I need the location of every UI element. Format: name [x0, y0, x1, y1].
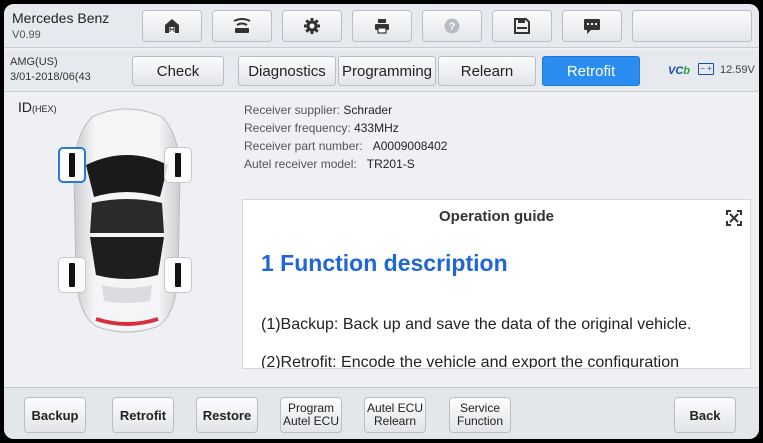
- battery-icon: − +: [698, 63, 714, 75]
- receiver-supplier-label: Receiver supplier:: [244, 103, 341, 117]
- program-autel-ecu-button[interactable]: Program Autel ECU: [280, 397, 342, 433]
- help-icon: ?: [444, 18, 460, 34]
- receiver-part-number-row: Receiver part number: A0009008402: [244, 137, 447, 155]
- vci-link-icon: [233, 18, 251, 33]
- program-label-line2: Autel ECU: [282, 414, 340, 428]
- guide-paragraph-retrofit: (2)Retrofit: Encode the vehicle and expo…: [261, 354, 680, 369]
- message-button[interactable]: [562, 10, 622, 42]
- vehicle-name: Mercedes Benz: [12, 10, 110, 26]
- tab-relearn[interactable]: Relearn: [438, 56, 536, 86]
- svg-text:?: ?: [449, 21, 456, 33]
- tire-icon: [175, 263, 181, 287]
- tire-front-left-button[interactable]: [58, 147, 86, 183]
- toolbar-empty-slot: [632, 10, 752, 42]
- tire-rear-left-button[interactable]: [58, 257, 86, 293]
- receiver-part-number-value: A0009008402: [372, 139, 448, 153]
- vehicle-years: 3/01-2018/06(43: [10, 71, 91, 83]
- vehicle-model: AMG(US): [10, 56, 58, 68]
- guide-heading: 1 Function description: [261, 250, 508, 276]
- guide-paragraph-backup: (1)Backup: Back up and save the data of …: [261, 316, 692, 333]
- receiver-info: Receiver supplier: Schrader Receiver fre…: [244, 101, 447, 173]
- operation-guide-panel[interactable]: Operation guide 1 Function description (…: [242, 199, 751, 369]
- receiver-frequency-label: Receiver frequency:: [244, 121, 351, 135]
- service-label-line2: Function: [456, 414, 504, 428]
- tire-front-right-button[interactable]: [164, 147, 192, 183]
- print-button[interactable]: [352, 10, 412, 42]
- fullscreen-expand-icon[interactable]: [726, 210, 742, 226]
- receiver-supplier-value: Schrader: [343, 103, 393, 117]
- home-icon: [165, 19, 179, 33]
- autel-ecu-relearn-button[interactable]: Autel ECU Relearn: [364, 397, 426, 433]
- software-version: V0.99: [12, 29, 41, 41]
- retrofit-button[interactable]: Retrofit: [112, 397, 174, 433]
- tab-diagnostics[interactable]: Diagnostics: [238, 56, 336, 86]
- function-tab-bar: AMG(US) 3/01-2018/06(43 Check Diagnostic…: [4, 50, 759, 92]
- receiver-supplier-row: Receiver supplier: Schrader: [244, 101, 447, 119]
- vci-suffix: b: [683, 65, 691, 77]
- service-function-button[interactable]: Service Function: [449, 397, 511, 433]
- home-button[interactable]: [142, 10, 202, 42]
- top-toolbar: Mercedes Benz V0.99 ?: [4, 4, 759, 48]
- main-content: ID(HEX) Receiver supplier: Schrader Rece…: [4, 93, 759, 387]
- car-top-view-image: [73, 108, 181, 333]
- tire-icon: [175, 153, 181, 177]
- save-button[interactable]: [492, 10, 552, 42]
- vci-status: VCb: [668, 65, 690, 77]
- tire-icon: [69, 153, 75, 177]
- tab-programming[interactable]: Programming: [338, 56, 436, 86]
- receiver-part-number-label: Receiver part number:: [244, 139, 363, 153]
- receiver-frequency-row: Receiver frequency: 433MHz: [244, 119, 447, 137]
- id-label: ID: [18, 99, 32, 115]
- message-icon: [584, 19, 600, 34]
- vehicle-model-info: AMG(US) 3/01-2018/06(43: [10, 55, 91, 85]
- tire-rear-right-button[interactable]: [164, 257, 192, 293]
- vci-label: VC: [668, 65, 684, 77]
- receiver-model-row: Autel receiver model: TR201-S: [244, 155, 447, 173]
- settings-icon: [304, 18, 320, 34]
- receiver-model-value: TR201-S: [366, 157, 415, 171]
- print-icon: [375, 19, 389, 34]
- relearn-label-line2: Relearn: [373, 414, 417, 428]
- guide-title: Operation guide: [438, 208, 554, 225]
- tire-icon: [69, 263, 75, 287]
- restore-button[interactable]: Restore: [196, 397, 258, 433]
- vci-connect-button[interactable]: [212, 10, 272, 42]
- settings-button[interactable]: [282, 10, 342, 42]
- battery-voltage: 12.59V: [720, 64, 755, 76]
- app-window: Mercedes Benz V0.99 ? AMG(US) 3/01-2018/…: [4, 4, 759, 439]
- tab-retrofit[interactable]: Retrofit: [542, 56, 640, 86]
- backup-button[interactable]: Backup: [24, 397, 86, 433]
- save-icon: [514, 18, 530, 34]
- receiver-frequency-value: 433MHz: [354, 121, 399, 135]
- receiver-model-label: Autel receiver model:: [244, 157, 357, 171]
- id-hex-label: ID(HEX): [18, 99, 57, 115]
- back-button[interactable]: Back: [674, 397, 736, 433]
- bottom-action-bar: Backup Retrofit Restore Program Autel ECU…: [4, 387, 759, 439]
- tab-check[interactable]: Check: [132, 56, 224, 86]
- help-button[interactable]: ?: [422, 10, 482, 42]
